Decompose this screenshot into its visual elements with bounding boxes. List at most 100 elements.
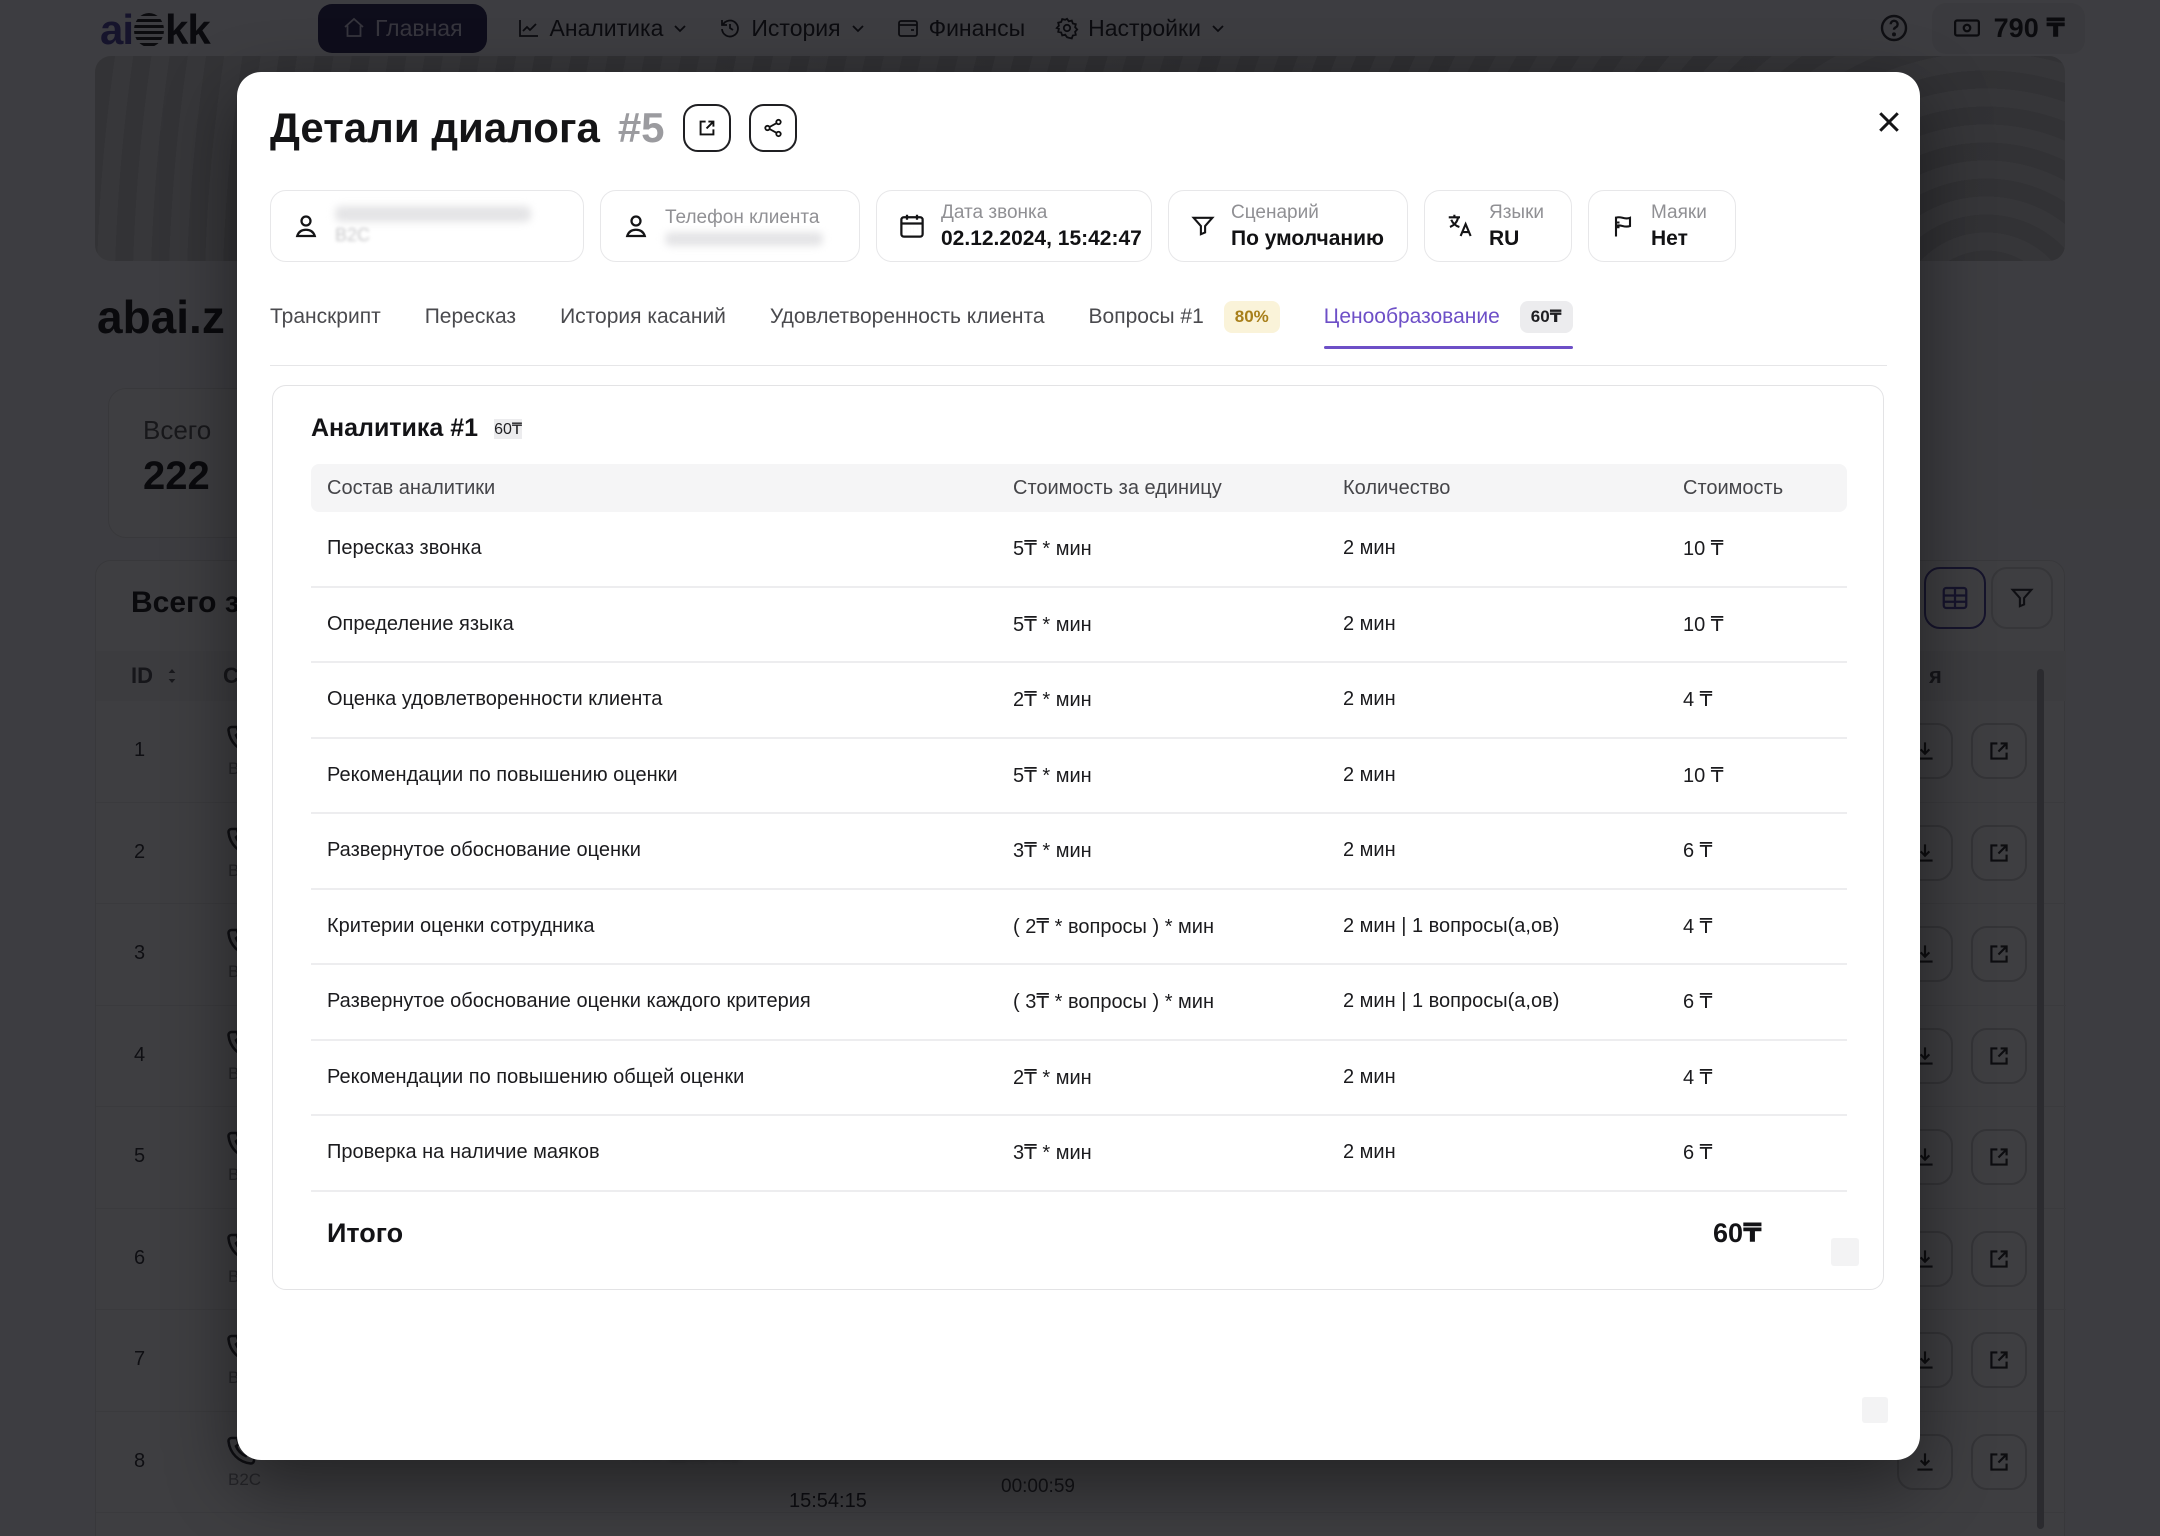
- pricing-cell-unit-price: 3₸ * мин: [997, 838, 1327, 863]
- languages-chip-value: RU: [1489, 227, 1544, 251]
- calendar-icon: [897, 211, 927, 241]
- user-icon: [291, 211, 321, 241]
- pricing-cell-cost: 6 ₸: [1667, 838, 1847, 863]
- client-tag-blurred: B2C: [335, 225, 531, 246]
- user-icon: [621, 211, 651, 241]
- date-chip: Дата звонка 02.12.2024, 15:42:47: [876, 190, 1152, 262]
- pricing-cell-quantity: 2 мин: [1327, 613, 1667, 636]
- pricing-cell-name: Проверка на наличие маяков: [311, 1141, 997, 1164]
- pricing-row: Рекомендации по повышению оценки 5₸ * ми…: [311, 739, 1847, 815]
- beacon-flag-icon: [1609, 212, 1637, 240]
- languages-chip-label: Языки: [1489, 202, 1544, 224]
- pricing-cell-unit-price: 5₸ * мин: [997, 763, 1327, 788]
- languages-icon: [1445, 211, 1475, 241]
- pricing-row: Рекомендации по повышению общей оценки 2…: [311, 1041, 1847, 1117]
- scenario-chip-label: Сценарий: [1231, 202, 1384, 224]
- open-external-button[interactable]: [683, 104, 731, 152]
- tab-transcript[interactable]: Транскрипт: [270, 305, 381, 333]
- pricing-cell-cost: 10 ₸: [1667, 612, 1847, 637]
- pricing-total-badge: 60₸: [1520, 301, 1573, 333]
- pricing-cell-unit-price: 5₸ * мин: [997, 612, 1327, 637]
- pricing-cell-cost: 6 ₸: [1667, 1140, 1847, 1165]
- modal-header: Детали диалога #5: [270, 104, 797, 152]
- phone-number-blurred: [665, 232, 823, 246]
- pricing-cell-unit-price: 5₸ * мин: [997, 536, 1327, 561]
- pricing-cell-unit-price: ( 2₸ * вопросы ) * мин: [997, 914, 1327, 939]
- pricing-card-badge: 60₸: [494, 419, 522, 439]
- pricing-cell-quantity: 2 мин | 1 вопросы(а,ов): [1327, 915, 1667, 938]
- scroll-artifact: [1831, 1238, 1859, 1266]
- column-composition: Состав аналитики: [311, 477, 997, 500]
- scroll-artifact: [1862, 1397, 1888, 1423]
- tab-summary[interactable]: Пересказ: [425, 305, 516, 333]
- call-info-chips: B2C Телефон клиента Дата звонка 02.12.20…: [270, 190, 1736, 262]
- pricing-cell-cost: 6 ₸: [1667, 989, 1847, 1014]
- modal-title: Детали диалога: [270, 104, 600, 152]
- pricing-cell-name: Развернутое обоснование оценки каждого к…: [311, 990, 997, 1013]
- pricing-row: Развернутое обоснование оценки каждого к…: [311, 965, 1847, 1041]
- analytics-pricing-card: Аналитика #1 60₸ Состав аналитики Стоимо…: [272, 385, 1884, 1290]
- phone-chip: Телефон клиента: [600, 190, 860, 262]
- scenario-chip: Сценарий По умолчанию: [1168, 190, 1408, 262]
- funnel-icon: [1189, 212, 1217, 240]
- pricing-row: Определение языка 5₸ * мин 2 мин 10 ₸: [311, 588, 1847, 664]
- tab-pricing[interactable]: Ценообразование 60₸: [1324, 301, 1573, 337]
- pricing-cell-cost: 4 ₸: [1667, 1065, 1847, 1090]
- external-link-icon: [696, 117, 718, 139]
- tab-questions[interactable]: Вопросы #1 80%: [1089, 301, 1280, 337]
- column-quantity: Количество: [1327, 477, 1667, 500]
- close-button[interactable]: [1867, 100, 1911, 144]
- pricing-cell-unit-price: ( 3₸ * вопросы ) * мин: [997, 989, 1327, 1014]
- pricing-cell-quantity: 2 мин: [1327, 839, 1667, 862]
- pricing-cell-name: Пересказ звонка: [311, 537, 997, 560]
- tab-touch-history[interactable]: История касаний: [560, 305, 726, 333]
- pricing-row: Развернутое обоснование оценки 3₸ * мин …: [311, 814, 1847, 890]
- pricing-cell-quantity: 2 мин | 1 вопросы(а,ов): [1327, 990, 1667, 1013]
- share-button[interactable]: [749, 104, 797, 152]
- pricing-cell-name: Оценка удовлетворенности клиента: [311, 688, 997, 711]
- pricing-cell-quantity: 2 мин: [1327, 1066, 1667, 1089]
- pricing-cell-cost: 4 ₸: [1667, 914, 1847, 939]
- pricing-cell-name: Определение языка: [311, 613, 997, 636]
- column-unit-price: Стоимость за единицу: [997, 477, 1327, 500]
- pricing-table-body: Пересказ звонка 5₸ * мин 2 мин 10 ₸ Опре…: [311, 512, 1847, 1192]
- pricing-cell-name: Рекомендации по повышению оценки: [311, 764, 997, 787]
- client-name-blurred: [335, 206, 531, 222]
- pricing-row: Критерии оценки сотрудника ( 2₸ * вопрос…: [311, 890, 1847, 966]
- questions-score-badge: 80%: [1224, 301, 1280, 333]
- pricing-cell-name: Развернутое обоснование оценки: [311, 839, 997, 862]
- modal-tabs: Транскрипт Пересказ История касаний Удов…: [270, 296, 1573, 342]
- pricing-card-title: Аналитика #1: [311, 414, 478, 443]
- pricing-cell-quantity: 2 мин: [1327, 1141, 1667, 1164]
- total-label: Итого: [311, 1218, 997, 1249]
- date-chip-label: Дата звонка: [941, 202, 1142, 224]
- tabs-divider: [270, 365, 1887, 366]
- pricing-total-row: Итого 60₸: [311, 1198, 1847, 1268]
- total-value: 60₸: [1667, 1218, 1847, 1249]
- pricing-cell-quantity: 2 мин: [1327, 537, 1667, 560]
- pricing-table-header: Состав аналитики Стоимость за единицу Ко…: [311, 464, 1847, 512]
- pricing-cell-cost: 10 ₸: [1667, 536, 1847, 561]
- client-chip: B2C: [270, 190, 584, 262]
- app: ai kk Главная Аналитика История: [0, 0, 2160, 1536]
- share-icon: [762, 117, 784, 139]
- scenario-chip-value: По умолчанию: [1231, 227, 1384, 251]
- pricing-card-header: Аналитика #1 60₸: [311, 414, 522, 443]
- pricing-cell-quantity: 2 мин: [1327, 688, 1667, 711]
- pricing-cell-name: Критерии оценки сотрудника: [311, 915, 997, 938]
- tab-satisfaction[interactable]: Удовлетворенность клиента: [770, 305, 1045, 333]
- phone-chip-label: Телефон клиента: [665, 207, 823, 229]
- date-chip-value: 02.12.2024, 15:42:47: [941, 227, 1142, 251]
- languages-chip: Языки RU: [1424, 190, 1572, 262]
- beacons-chip: Маяки Нет: [1588, 190, 1736, 262]
- pricing-cell-cost: 10 ₸: [1667, 763, 1847, 788]
- pricing-cell-unit-price: 2₸ * мин: [997, 1065, 1327, 1090]
- pricing-row: Оценка удовлетворенности клиента 2₸ * ми…: [311, 663, 1847, 739]
- beacons-chip-label: Маяки: [1651, 202, 1707, 224]
- dialog-number: #5: [618, 104, 665, 152]
- pricing-cell-name: Рекомендации по повышению общей оценки: [311, 1066, 997, 1089]
- close-icon: [1874, 107, 1904, 137]
- beacons-chip-value: Нет: [1651, 227, 1707, 251]
- dialog-details-modal: Детали диалога #5 B2C Телефон клиента: [237, 72, 1920, 1460]
- pricing-row: Проверка на наличие маяков 3₸ * мин 2 ми…: [311, 1116, 1847, 1192]
